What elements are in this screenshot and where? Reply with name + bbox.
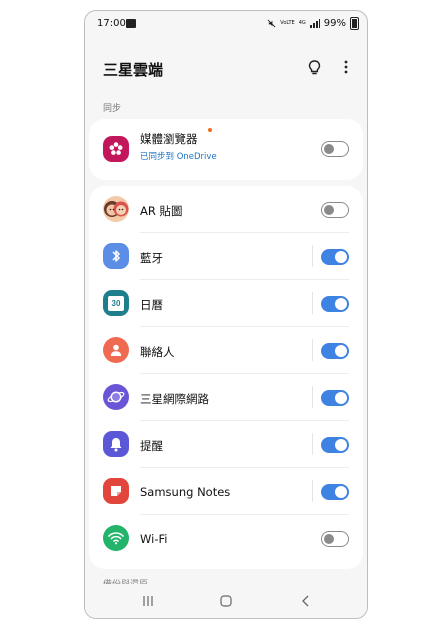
- gallery-row[interactable]: 媒體瀏覽器 已同步到 OneDrive: [89, 119, 363, 180]
- app-label: AR 貼圖: [140, 204, 183, 218]
- app-label: Wi-Fi: [140, 532, 168, 546]
- wifi-toggle[interactable]: [321, 531, 349, 547]
- app-label: 提醒: [140, 439, 163, 453]
- internet-icon: [103, 384, 129, 410]
- gallery-toggle[interactable]: [321, 141, 349, 157]
- more-vert-icon: [344, 60, 348, 74]
- new-badge-dot: [208, 128, 212, 132]
- calendar-toggle[interactable]: [321, 296, 349, 312]
- mute-icon: [267, 19, 276, 28]
- app-row-samsung-notes[interactable]: Samsung Notes: [89, 468, 363, 515]
- back-icon: [302, 595, 309, 607]
- contacts-icon: [103, 337, 129, 363]
- app-label: 聯絡人: [140, 345, 175, 359]
- gallery-label: 媒體瀏覽器: [140, 132, 198, 146]
- notes-icon: [103, 478, 129, 504]
- network-type-indicator: 4G: [298, 20, 306, 26]
- app-label: 藍牙: [140, 251, 163, 265]
- recents-button[interactable]: [138, 592, 158, 610]
- contacts-toggle[interactable]: [321, 343, 349, 359]
- home-icon: [220, 595, 232, 607]
- app-label: 日曆: [140, 298, 163, 312]
- status-right: VoLTE 4G 99%: [267, 17, 359, 30]
- app-row-reminder[interactable]: 提醒: [89, 421, 363, 468]
- vertical-divider: [312, 339, 313, 361]
- home-button[interactable]: [216, 592, 236, 610]
- app-row-wifi[interactable]: Wi-Fi: [89, 515, 363, 562]
- app-row-contacts[interactable]: 聯絡人: [89, 327, 363, 374]
- gallery-sync-status: 已同步到 OneDrive: [140, 152, 217, 162]
- calendar-icon: 30: [103, 290, 129, 316]
- app-row-ar-emoji[interactable]: AR 貼圖: [89, 186, 363, 233]
- calendar-day-badge: 30: [108, 295, 124, 311]
- page-title: 三星雲端: [103, 61, 164, 79]
- ar-emoji-toggle[interactable]: [321, 202, 349, 218]
- signal-icon: [309, 19, 320, 28]
- app-row-calendar[interactable]: 30 日曆: [89, 280, 363, 327]
- vertical-divider: [312, 480, 313, 502]
- wifi-icon: [103, 525, 129, 551]
- header-actions: [305, 57, 355, 77]
- sync-card: 媒體瀏覽器 已同步到 OneDrive: [89, 119, 363, 180]
- recents-icon: [143, 596, 153, 606]
- gallery-icon: [103, 136, 129, 162]
- navigation-bar: [85, 584, 367, 618]
- internet-toggle[interactable]: [321, 390, 349, 406]
- bluetooth-toggle[interactable]: [321, 249, 349, 265]
- status-time: 17:00: [97, 18, 126, 29]
- vertical-divider: [312, 292, 313, 314]
- reminder-toggle[interactable]: [321, 437, 349, 453]
- app-label: Samsung Notes: [140, 485, 231, 499]
- section-label-sync: 同步: [103, 104, 122, 114]
- ar-emoji-icon: [103, 196, 129, 222]
- back-button[interactable]: [296, 592, 316, 610]
- gallery-notification-icon: [126, 19, 136, 28]
- lightbulb-icon: [308, 59, 320, 74]
- samsung-notes-toggle[interactable]: [321, 484, 349, 500]
- battery-icon: [350, 17, 359, 30]
- volte-indicator: VoLTE: [280, 20, 295, 26]
- reminder-icon: [103, 431, 129, 457]
- vertical-divider: [312, 386, 313, 408]
- more-options-button[interactable]: [337, 57, 355, 77]
- app-row-internet[interactable]: 三星網際網路: [89, 374, 363, 421]
- tips-button[interactable]: [305, 57, 323, 77]
- status-bar: 17:00 VoLTE 4G 99%: [85, 11, 367, 37]
- vertical-divider: [312, 433, 313, 455]
- apps-card: AR 貼圖 藍牙 30 日曆 聯絡人 三星網際網路 提醒 Samsung Not…: [89, 186, 363, 569]
- vertical-divider: [312, 245, 313, 267]
- app-label: 三星網際網路: [140, 392, 209, 406]
- battery-text: 99%: [323, 18, 346, 29]
- bluetooth-icon: [103, 243, 129, 269]
- app-row-bluetooth[interactable]: 藍牙: [89, 233, 363, 280]
- phone-frame: 17:00 VoLTE 4G 99% 三星雲端 同步 媒體瀏覽器 已同步到 On…: [84, 10, 368, 619]
